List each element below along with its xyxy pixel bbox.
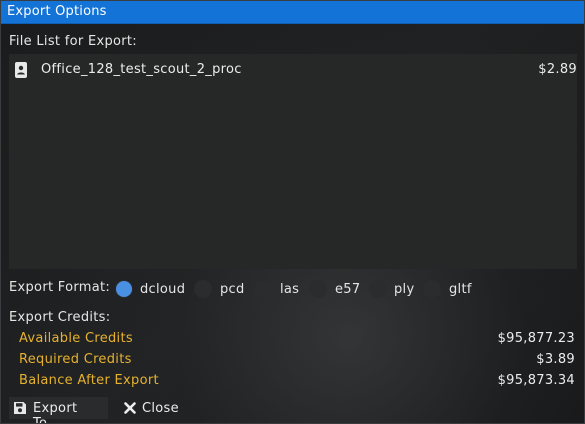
radio-gltf[interactable]	[423, 280, 441, 298]
export-options-dialog: Export Options File List for Export: Off…	[0, 0, 585, 424]
export-to-label: Export To...	[33, 401, 78, 424]
radio-label-dcloud[interactable]: dcloud	[140, 282, 185, 297]
export-credits-label: Export Credits:	[9, 310, 111, 325]
available-credits-label: Available Credits	[19, 331, 133, 346]
radio-las[interactable]	[254, 280, 272, 298]
close-icon	[123, 401, 137, 415]
window-title: Export Options	[7, 4, 107, 19]
radio-label-pcd[interactable]: pcd	[220, 282, 245, 297]
radio-ply[interactable]	[369, 280, 387, 298]
export-to-button[interactable]: Export To...	[9, 397, 108, 423]
radio-label-gltf[interactable]: gltf	[449, 282, 472, 297]
title-bar[interactable]: Export Options	[1, 1, 584, 24]
save-icon	[13, 401, 27, 415]
list-item[interactable]: Office_128_test_scout_2_proc $2.89	[9, 60, 577, 82]
radio-dcloud[interactable]	[115, 280, 133, 298]
close-button[interactable]: Close	[117, 397, 183, 419]
balance-after-export-label: Balance After Export	[19, 373, 159, 388]
file-list[interactable]: Office_128_test_scout_2_proc $2.89	[9, 54, 577, 269]
file-list-label: File List for Export:	[9, 34, 137, 49]
close-label: Close	[142, 401, 179, 416]
radio-label-las[interactable]: las	[280, 282, 299, 297]
radio-e57[interactable]	[309, 280, 327, 298]
radio-label-ply[interactable]: ply	[394, 282, 414, 297]
required-credits-label: Required Credits	[19, 352, 132, 367]
export-format-row: Export Format: dcloud pcd las e57 ply gl…	[1, 279, 584, 301]
radio-label-e57[interactable]: e57	[335, 282, 360, 297]
balance-after-export-value: $95,873.34	[497, 373, 575, 388]
required-credits-value: $3.89	[536, 352, 575, 367]
available-credits-value: $95,877.23	[497, 331, 575, 346]
file-name: Office_128_test_scout_2_proc	[41, 62, 242, 77]
file-price: $2.89	[538, 62, 577, 77]
file-icon	[14, 62, 28, 78]
radio-pcd[interactable]	[194, 280, 212, 298]
export-format-label: Export Format:	[9, 280, 111, 295]
